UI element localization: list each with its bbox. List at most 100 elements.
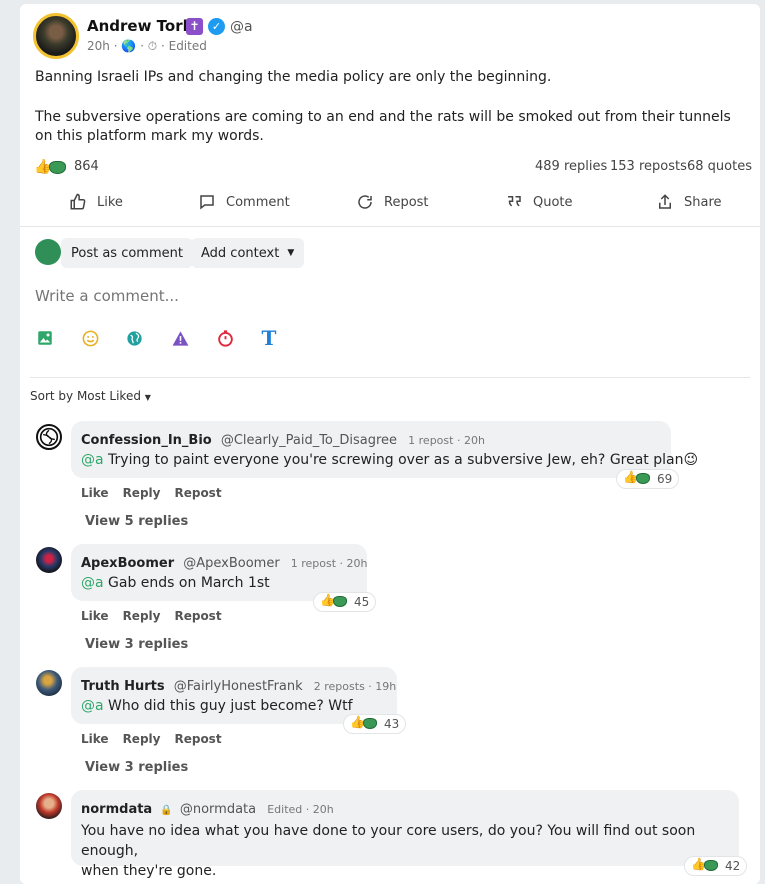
lock-icon: 🔒 bbox=[160, 805, 173, 816]
timer-small-icon: ⏱ bbox=[147, 39, 158, 53]
share-label: Share bbox=[684, 194, 722, 210]
frog-icon bbox=[49, 160, 66, 174]
thumbs-up-outline-icon bbox=[70, 193, 86, 210]
comment-reply-button[interactable]: Reply bbox=[123, 732, 161, 746]
globe-small-icon: 🌎 bbox=[121, 39, 137, 53]
quotes-count[interactable]: 68 quotes bbox=[687, 159, 752, 174]
emoji-icon[interactable] bbox=[79, 327, 101, 349]
commenter-name[interactable]: ApexBoomer bbox=[81, 556, 174, 571]
sort-label: Sort by Most Liked bbox=[30, 389, 141, 403]
comment-actions: Like Reply Repost bbox=[81, 486, 236, 500]
repost-label: Repost bbox=[384, 194, 429, 210]
commenter-avatar[interactable] bbox=[36, 547, 62, 573]
cross-badge-icon: ✝ bbox=[186, 18, 203, 35]
comment-text: You have no idea what you have done to y… bbox=[81, 821, 739, 881]
post-as-label: Post as comment bbox=[71, 245, 183, 261]
post-body: Banning Israeli IPs and changing the med… bbox=[35, 68, 747, 146]
comment-meta: 1 repost · 20h bbox=[290, 557, 368, 570]
post-text-paragraph-1: Banning Israeli IPs and changing the med… bbox=[35, 69, 552, 85]
warning-icon[interactable] bbox=[169, 327, 191, 349]
share-icon bbox=[659, 194, 671, 209]
repost-icon bbox=[358, 195, 372, 209]
share-button[interactable]: Share bbox=[656, 190, 722, 214]
commenter-name[interactable]: Truth Hurts bbox=[81, 679, 165, 694]
commenter-avatar[interactable] bbox=[36, 793, 62, 819]
author-avatar[interactable] bbox=[33, 13, 79, 59]
image-icon[interactable] bbox=[34, 327, 56, 349]
commenter-handle[interactable]: @FairlyHonestFrank bbox=[174, 679, 303, 694]
reaction-emojis[interactable]: 👍 bbox=[34, 157, 70, 177]
comment-text: @a Gab ends on March 1st bbox=[81, 575, 270, 591]
timer-icon[interactable] bbox=[214, 327, 236, 349]
comment-like-button[interactable]: Like bbox=[81, 486, 109, 500]
comment-icon bbox=[200, 195, 214, 210]
mention-link[interactable]: @a bbox=[81, 575, 104, 591]
post-as-comment-button[interactable]: Post as comment bbox=[61, 238, 193, 268]
commenter-handle[interactable]: @Clearly_Paid_To_Disagree bbox=[221, 433, 397, 448]
comment-like-button[interactable]: Like bbox=[81, 609, 109, 623]
commenter-handle[interactable]: @ApexBoomer bbox=[183, 556, 279, 571]
comment-reaction-count: 42 bbox=[725, 859, 741, 873]
comment-text: @a Trying to paint everyone you're screw… bbox=[81, 452, 698, 468]
replies-count[interactable]: 489 replies bbox=[535, 159, 607, 174]
mention-link[interactable]: @a bbox=[81, 452, 104, 468]
comment-repost-button[interactable]: Repost bbox=[174, 609, 221, 623]
text-format-icon[interactable]: T bbox=[258, 326, 280, 350]
author-handle[interactable]: @a bbox=[230, 19, 253, 35]
comment-body: Who did this guy just become? Wtf bbox=[103, 698, 353, 714]
comment-button[interactable]: Comment bbox=[198, 190, 290, 214]
commenter-name[interactable]: Confession_In_Bio bbox=[81, 433, 212, 448]
divider bbox=[20, 226, 760, 227]
comment-bubble: Confession_In_Bio @Clearly_Paid_To_Disag… bbox=[71, 421, 698, 478]
comment-reaction-badge[interactable]: 👍 43 bbox=[343, 714, 407, 734]
caret-down-icon: ▼ bbox=[287, 248, 295, 258]
comment-input[interactable] bbox=[35, 287, 735, 305]
comment-reaction-count: 45 bbox=[354, 595, 370, 609]
add-context-button[interactable]: Add context ▼ bbox=[191, 238, 305, 268]
comment-reaction-count: 69 bbox=[657, 472, 673, 486]
view-replies-link[interactable]: View 3 replies bbox=[85, 760, 188, 775]
comment-meta: Edited · 20h bbox=[267, 803, 334, 816]
reposts-count[interactable]: 153 reposts bbox=[610, 159, 687, 174]
post-card: Andrew Torba ✝ ✓ @a 20h · 🌎 · ⏱ · Edited… bbox=[20, 4, 760, 884]
commenter-avatar[interactable] bbox=[36, 424, 62, 450]
comment-bubble: normdata 🔒 @normdata Edited · 20h You ha… bbox=[71, 790, 739, 879]
comment-text: @a Who did this guy just become? Wtf bbox=[81, 698, 353, 714]
comment-actions: Like Reply Repost bbox=[81, 609, 236, 623]
frog-icon bbox=[636, 473, 650, 484]
reaction-count[interactable]: 864 bbox=[74, 159, 99, 174]
comment-reaction-badge[interactable]: 👍 42 bbox=[684, 856, 748, 876]
wink-emoji-icon: 😉 bbox=[683, 452, 699, 468]
quote-button[interactable]: Quote bbox=[505, 190, 573, 214]
comment-repost-button[interactable]: Repost bbox=[174, 732, 221, 746]
frog-icon bbox=[363, 718, 377, 729]
globe-icon[interactable] bbox=[123, 327, 145, 349]
comment-repost-button[interactable]: Repost bbox=[174, 486, 221, 500]
edited-label[interactable]: Edited bbox=[169, 39, 207, 53]
verified-check-icon: ✓ bbox=[208, 18, 225, 35]
comment-like-button[interactable]: Like bbox=[81, 732, 109, 746]
commenter-handle[interactable]: @normdata bbox=[180, 802, 256, 817]
post-time[interactable]: 20h bbox=[87, 39, 110, 53]
post-text-paragraph-2: The subversive operations are coming to … bbox=[35, 109, 731, 144]
commenter-name[interactable]: normdata bbox=[81, 802, 152, 817]
frog-icon bbox=[333, 596, 347, 607]
like-label: Like bbox=[97, 194, 123, 210]
view-replies-link[interactable]: View 5 replies bbox=[85, 514, 188, 529]
comment-reply-button[interactable]: Reply bbox=[123, 609, 161, 623]
quote-label: Quote bbox=[533, 194, 573, 210]
sort-dropdown[interactable]: Sort by Most Liked ▼ bbox=[30, 389, 151, 403]
comment-reaction-count: 43 bbox=[384, 717, 400, 731]
comment-reaction-badge[interactable]: 👍 45 bbox=[313, 592, 377, 612]
comment-reply-button[interactable]: Reply bbox=[123, 486, 161, 500]
mention-link[interactable]: @a bbox=[81, 698, 104, 714]
caret-down-icon: ▼ bbox=[144, 393, 151, 402]
like-button[interactable]: Like bbox=[69, 190, 123, 214]
commenter-avatar[interactable] bbox=[36, 670, 62, 696]
comment-body-line-2: when they're gone. bbox=[81, 863, 217, 879]
comment-reaction-badge[interactable]: 👍 69 bbox=[616, 469, 680, 489]
comment-meta: 1 repost · 20h bbox=[408, 434, 485, 447]
view-replies-link[interactable]: View 3 replies bbox=[85, 637, 188, 652]
post-meta: 20h · 🌎 · ⏱ · Edited bbox=[87, 39, 207, 53]
repost-button[interactable]: Repost bbox=[356, 190, 429, 214]
